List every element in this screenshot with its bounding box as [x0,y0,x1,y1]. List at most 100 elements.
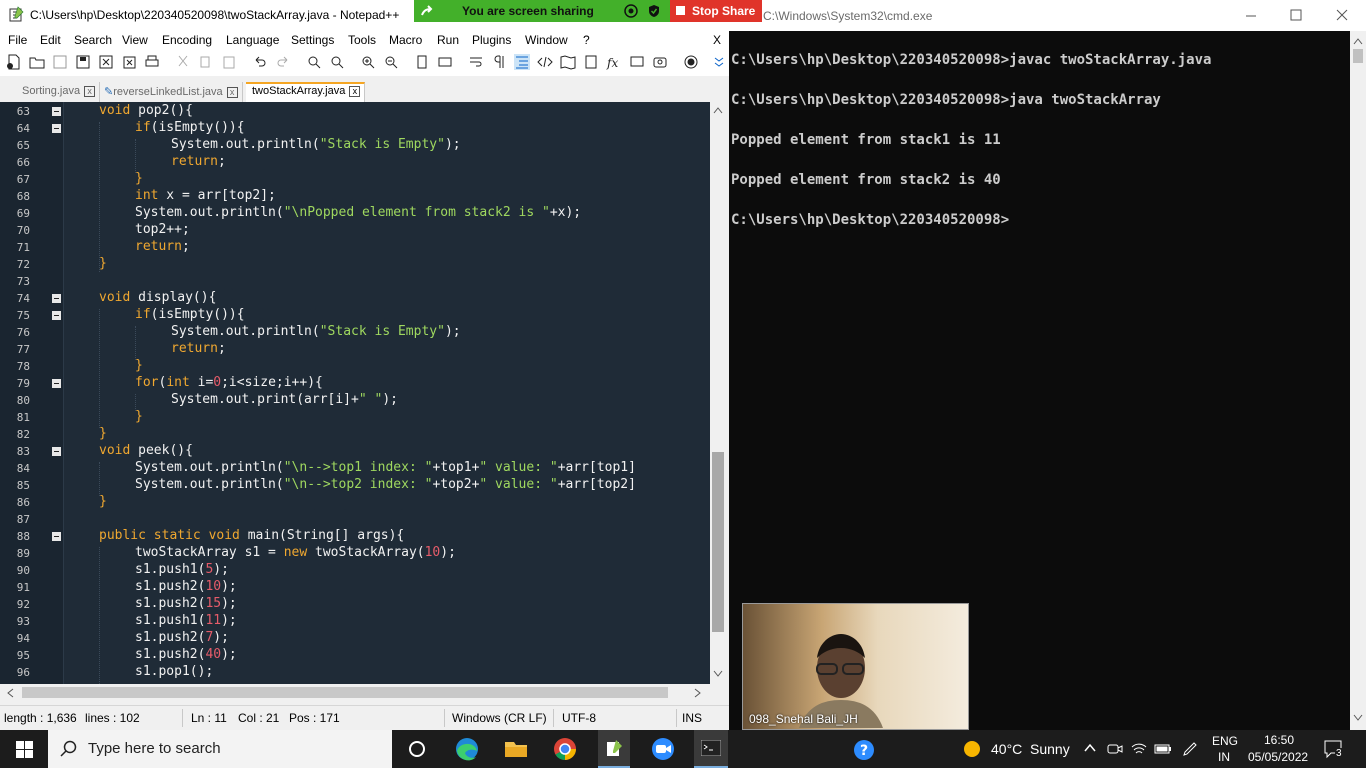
help-icon[interactable]: ? [852,738,876,762]
save-all-icon[interactable] [75,54,91,70]
tab-sorting-java[interactable]: Sorting.java x [16,82,101,102]
scroll-up-icon[interactable] [713,106,723,114]
document-map-icon[interactable] [560,54,576,70]
tab-close-icon[interactable]: x [84,85,96,97]
minimize-icon[interactable] [1245,10,1257,22]
editor-vertical-scrollbar[interactable] [710,102,727,684]
tab-twostackarray-java[interactable]: twoStackArray.java x [246,82,366,102]
windows-start-icon[interactable] [16,741,33,758]
shield-check-icon[interactable] [647,4,661,18]
zoom-out-icon[interactable] [383,54,399,70]
record-macro-icon[interactable] [683,54,699,70]
wifi-icon[interactable] [1131,741,1147,757]
meet-now-icon[interactable] [1107,741,1123,757]
menu-edit[interactable]: Edit [40,33,61,47]
sync-horizontal-icon[interactable] [437,54,453,70]
menu-close-doc-button[interactable]: X [713,33,721,47]
indent-guide-icon[interactable] [514,54,530,70]
chrome-browser-icon[interactable] [550,734,580,764]
scrollbar-thumb[interactable] [1353,49,1363,63]
menu-language[interactable]: Language [226,33,279,47]
zoom-app-icon[interactable] [648,734,678,764]
new-file-icon[interactable] [6,54,22,70]
fold-toggle-icon[interactable] [52,107,61,116]
taskbar-notepadpp[interactable] [598,730,630,768]
replace-icon[interactable] [329,54,345,70]
menu-window[interactable]: Window [525,33,568,47]
fold-toggle-icon[interactable] [52,532,61,541]
editor-horizontal-scrollbar[interactable] [0,684,710,701]
open-file-icon[interactable] [29,54,45,70]
weather-condition[interactable]: Sunny [1030,741,1070,757]
scrollbar-thumb[interactable] [712,452,724,632]
fold-toggle-icon[interactable] [52,447,61,456]
menu-macro[interactable]: Macro [389,33,422,47]
close-all-icon[interactable] [121,54,137,70]
menu-tools[interactable]: Tools [348,33,376,47]
scroll-up-icon[interactable] [1353,37,1363,45]
zoom-in-icon[interactable] [360,54,376,70]
code-editor[interactable]: 63 64 65 66 67 68 69 70 71 72 73 74 75 7… [0,102,710,684]
cut-icon[interactable] [175,54,191,70]
language-region[interactable]: IN [1218,750,1230,764]
word-wrap-icon[interactable] [468,54,484,70]
tab-reverselinkedlist-java[interactable]: ✎reverseLinkedList.java x [98,82,243,102]
menu-file[interactable]: File [8,33,27,47]
pause-share-icon[interactable] [624,4,638,18]
menu-help[interactable]: ? [583,33,590,47]
clock-date[interactable]: 05/05/2022 [1248,750,1308,764]
document-list-icon[interactable] [583,54,599,70]
status-length: length : 1,636 [4,711,77,725]
copy-icon[interactable] [198,54,214,70]
chevron-up-icon[interactable] [1084,743,1096,753]
fold-toggle-icon[interactable] [52,124,61,133]
redo-icon[interactable] [275,54,291,70]
close-icon[interactable] [1336,9,1348,21]
print-icon[interactable] [144,54,160,70]
monitoring-icon[interactable] [652,54,668,70]
cmd-title-bar[interactable]: C:\Windows\System32\cmd.exe [729,0,1366,31]
weather-temperature[interactable]: 40°C [991,741,1022,757]
tab-close-icon[interactable]: x [349,85,361,97]
scroll-right-icon[interactable] [694,688,702,698]
taskbar-search-box[interactable]: Type here to search [48,730,392,768]
scrollbar-thumb[interactable] [22,687,668,698]
menu-search[interactable]: Search [74,33,112,47]
toolbar-overflow-icon[interactable] [711,54,727,70]
task-view-icon[interactable] [402,734,432,764]
battery-icon[interactable] [1154,741,1172,757]
save-icon[interactable] [52,54,68,70]
pen-workspace-icon[interactable] [1182,741,1200,757]
stop-share-button[interactable]: Stop Share [670,0,762,22]
menu-view[interactable]: View [122,33,148,47]
fold-toggle-icon[interactable] [52,294,61,303]
find-icon[interactable] [306,54,322,70]
scroll-down-icon[interactable] [1353,714,1363,722]
maximize-icon[interactable] [1290,9,1302,21]
edge-browser-icon[interactable] [452,734,482,764]
clock-time[interactable]: 16:50 [1264,733,1294,747]
cmd-vertical-scrollbar[interactable] [1350,31,1366,730]
scroll-left-icon[interactable] [6,688,14,698]
menu-encoding[interactable]: Encoding [162,33,212,47]
menu-run[interactable]: Run [437,33,459,47]
file-explorer-icon[interactable] [501,734,531,764]
weather-sun-icon[interactable] [962,739,982,759]
xml-tag-icon[interactable] [537,54,553,70]
menu-plugins[interactable]: Plugins [472,33,511,47]
function-list-icon[interactable]: fx [606,54,622,70]
undo-icon[interactable] [252,54,268,70]
tab-close-icon[interactable]: x [226,86,238,98]
folder-as-workspace-icon[interactable] [629,54,645,70]
menu-settings[interactable]: Settings [291,33,334,47]
scroll-down-icon[interactable] [713,670,723,678]
close-file-icon[interactable] [98,54,114,70]
paste-icon[interactable] [221,54,237,70]
sync-vertical-icon[interactable] [414,54,430,70]
webcam-thumbnail[interactable]: 098_Snehal Bali_JH [742,603,969,730]
fold-toggle-icon[interactable] [52,311,61,320]
show-all-chars-icon[interactable] [491,54,507,70]
language-code[interactable]: ENG [1212,734,1238,748]
taskbar-cmd[interactable] [694,730,728,768]
fold-toggle-icon[interactable] [52,379,61,388]
